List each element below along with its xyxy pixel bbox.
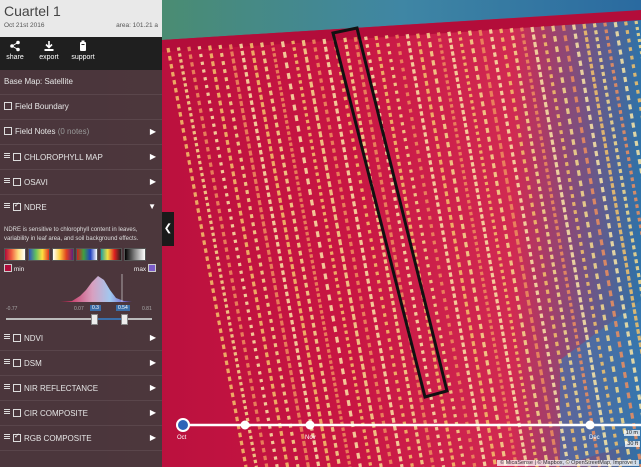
basemap-selector[interactable]: Base Map: Satellite — [0, 70, 162, 95]
chevron-left-icon: ❮ — [163, 223, 173, 234]
layer-chlorophyll[interactable]: CHLOROPHYLL MAP ▶ — [0, 145, 162, 170]
checkbox[interactable] — [4, 127, 12, 135]
checkbox[interactable] — [13, 178, 21, 186]
ndre-description: NDRE is sensitive to chlorophyll content… — [4, 227, 139, 242]
drag-handle-icon[interactable] — [4, 408, 10, 415]
timeline-dot[interactable] — [305, 420, 315, 430]
layer-label: NDVI — [24, 334, 44, 343]
share-button[interactable]: share — [0, 40, 30, 61]
layer-label: OSAVI — [24, 178, 48, 187]
hist-tick-mid: 0.07 — [74, 306, 84, 312]
support-label: support — [71, 54, 95, 61]
palette-option[interactable] — [52, 248, 74, 261]
layer-osavi[interactable]: OSAVI ▶ — [0, 170, 162, 195]
drag-handle-icon[interactable] — [4, 383, 10, 390]
checkbox[interactable] — [13, 384, 21, 392]
share-label: share — [6, 54, 24, 61]
timeline-label-nov: Nov — [305, 435, 316, 441]
palette-option[interactable] — [4, 248, 26, 261]
layer-label: RGB COMPOSITE — [24, 434, 92, 443]
checkbox[interactable] — [13, 359, 21, 367]
range-low-value: 0.3 — [90, 305, 101, 311]
layer-label: CHLOROPHYLL MAP — [24, 153, 103, 162]
timeline-dot-selected[interactable] — [176, 418, 190, 432]
hist-tick-high: 0.81 — [142, 306, 152, 312]
field-notes-label: Field Notes — [15, 127, 56, 136]
layer-dsm[interactable]: DSM ▶ — [0, 351, 162, 376]
map-attribution[interactable]: © MicaSense | © Mapbox, © OpenStreetMap,… — [497, 460, 639, 466]
palette-option[interactable] — [28, 248, 50, 261]
layer-panel: Cuartel 1 Oct 21st 2016 area: 101.21 a s… — [0, 0, 162, 467]
field-title: Cuartel 1 — [4, 3, 61, 19]
timeline-label-dec: Dec — [589, 435, 600, 441]
chevron-right-icon[interactable]: ▶ — [150, 383, 156, 392]
palette-option[interactable] — [76, 248, 98, 261]
export-button[interactable]: export — [34, 40, 64, 61]
layer-ndre[interactable]: NDRE ▼ — [0, 195, 162, 219]
drag-handle-icon[interactable] — [4, 152, 10, 159]
range-slider-handle-low[interactable] — [91, 314, 98, 325]
checkbox[interactable] — [13, 409, 21, 417]
drag-handle-icon[interactable] — [4, 202, 10, 209]
support-icon — [80, 40, 86, 51]
chevron-right-icon[interactable]: ▶ — [150, 408, 156, 417]
layer-label: DSM — [24, 359, 42, 368]
flight-date: Oct 21st 2016 — [4, 22, 45, 29]
field-area: area: 101.21 a — [116, 22, 158, 29]
layer-rgb-composite[interactable]: RGB COMPOSITE ▶ — [0, 426, 162, 451]
timeline-dot[interactable] — [240, 420, 250, 430]
drag-handle-icon[interactable] — [4, 433, 10, 440]
range-high-value: 0.54 — [116, 305, 130, 311]
timeline-dot[interactable] — [585, 420, 595, 430]
chevron-right-icon[interactable]: ▶ — [150, 152, 156, 161]
support-button[interactable]: support — [68, 40, 98, 61]
field-boundary-label: Field Boundary — [15, 102, 69, 111]
drag-handle-icon[interactable] — [4, 177, 10, 184]
share-icon — [10, 40, 20, 52]
checkbox[interactable] — [13, 334, 21, 342]
layer-cir-composite[interactable]: CIR COMPOSITE ▶ — [0, 401, 162, 426]
drag-handle-icon[interactable] — [4, 333, 10, 340]
palette-option[interactable] — [124, 248, 146, 261]
chevron-right-icon[interactable]: ▶ — [150, 433, 156, 442]
range-slider-selection — [95, 318, 124, 320]
basemap-label: Base Map: Satellite — [4, 77, 73, 86]
download-icon — [44, 41, 54, 51]
field-notes-row[interactable]: Field Notes (0 notes) ▶ — [0, 120, 162, 145]
layer-label: CIR COMPOSITE — [24, 409, 89, 418]
collapse-panel-button[interactable]: ❮ — [162, 212, 174, 246]
layer-label: NIR REFLECTANCE — [24, 384, 99, 393]
export-label: export — [39, 54, 59, 61]
hist-tick-low: -0.77 — [6, 306, 18, 312]
checkbox[interactable] — [4, 102, 12, 110]
chevron-right-icon[interactable]: ▶ — [150, 358, 156, 367]
range-slider-track[interactable] — [6, 318, 152, 320]
value-histogram — [60, 274, 132, 302]
chevron-down-icon[interactable]: ▼ — [148, 202, 156, 211]
field-boundary-toggle[interactable]: Field Boundary — [0, 95, 162, 120]
toolbar: share export support — [0, 37, 162, 70]
layer-ndvi[interactable]: NDVI ▶ — [0, 326, 162, 351]
checkbox-checked[interactable] — [13, 432, 21, 442]
palette-option[interactable] — [100, 248, 122, 261]
notes-count: (0 notes) — [57, 127, 90, 136]
layer-label: NDRE — [24, 203, 47, 212]
checkbox[interactable] — [13, 153, 21, 161]
field-header: Cuartel 1 Oct 21st 2016 area: 101.21 a — [0, 0, 162, 37]
scale-feet: 30 ft — [625, 441, 640, 447]
scale-meters: 10 m — [623, 430, 640, 436]
layer-nir-reflectance[interactable]: NIR REFLECTANCE ▶ — [0, 376, 162, 401]
chevron-right-icon[interactable]: ▶ — [150, 177, 156, 186]
timeline-label-oct: Oct — [177, 435, 187, 441]
drag-handle-icon[interactable] — [4, 358, 10, 365]
range-slider-handle-high[interactable] — [121, 314, 128, 325]
chevron-right-icon[interactable]: ▶ — [150, 333, 156, 342]
checkbox-checked[interactable] — [13, 201, 21, 211]
chevron-right-icon[interactable]: ▶ — [150, 127, 156, 136]
